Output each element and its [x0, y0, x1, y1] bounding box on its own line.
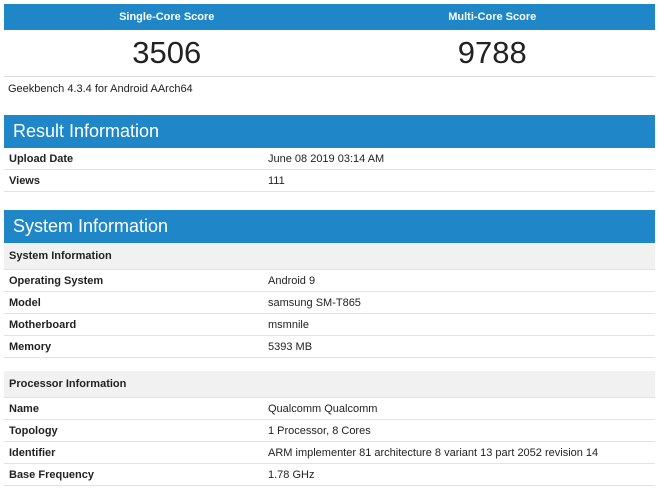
row-key: Identifier [9, 446, 56, 459]
table-row: Name Qualcomm Qualcomm [4, 398, 655, 420]
result-information-section: Result Information Upload Date June 08 2… [4, 115, 655, 192]
table-row: Views 111 [4, 170, 655, 192]
benchmark-version: Geekbench 4.3.4 for Android AArch64 [8, 83, 193, 95]
row-value: 1 Processor, 8 Cores [268, 424, 371, 437]
row-value: June 08 2019 03:14 AM [268, 152, 385, 165]
score-values-row: 3506 9788 [4, 30, 655, 77]
score-table: Single-Core Score Multi-Core Score 3506 … [4, 4, 655, 77]
row-key: Operating System [9, 274, 104, 287]
table-row: Topology 1 Processor, 8 Cores [4, 420, 655, 442]
system-information-section: System Information System Information Op… [4, 210, 655, 486]
result-information-header: Result Information [4, 115, 655, 148]
multi-core-label: Multi-Core Score [448, 11, 537, 23]
row-key: Base Frequency [9, 468, 94, 481]
row-key: Topology [9, 424, 58, 437]
row-value: 1.78 GHz [268, 468, 315, 481]
system-information-header: System Information [4, 210, 655, 243]
row-value: 5393 MB [268, 340, 313, 353]
single-core-label: Single-Core Score [119, 11, 215, 23]
table-row: Model samsung SM-T865 [4, 292, 655, 314]
table-row: Operating System Android 9 [4, 270, 655, 292]
row-value: msmnile [268, 318, 309, 331]
row-key: Memory [9, 340, 52, 353]
table-row: Base Frequency 1.78 GHz [4, 464, 655, 486]
section-spacer [4, 358, 655, 371]
row-value: ARM implementer 81 architecture 8 varian… [268, 446, 599, 459]
processor-subheader: Processor Information [4, 371, 655, 398]
score-header-row: Single-Core Score Multi-Core Score [4, 4, 655, 30]
row-key: Name [9, 402, 39, 415]
system-subheader: System Information [4, 243, 655, 270]
multi-core-score: 9788 [457, 35, 527, 70]
table-row: Memory 5393 MB [4, 336, 655, 358]
row-key: Views [9, 174, 40, 187]
row-key: Model [9, 296, 41, 309]
table-row: Motherboard msmnile [4, 314, 655, 336]
row-key: Upload Date [9, 152, 74, 165]
row-value: samsung SM-T865 [268, 296, 361, 309]
row-key: Motherboard [9, 318, 77, 331]
row-value: Android 9 [268, 274, 316, 287]
single-core-score: 3506 [132, 35, 202, 70]
row-value: Qualcomm Qualcomm [268, 402, 378, 415]
table-row: Upload Date June 08 2019 03:14 AM [4, 148, 655, 170]
table-row: Identifier ARM implementer 81 architectu… [4, 442, 655, 464]
row-value: 111 [268, 174, 285, 187]
